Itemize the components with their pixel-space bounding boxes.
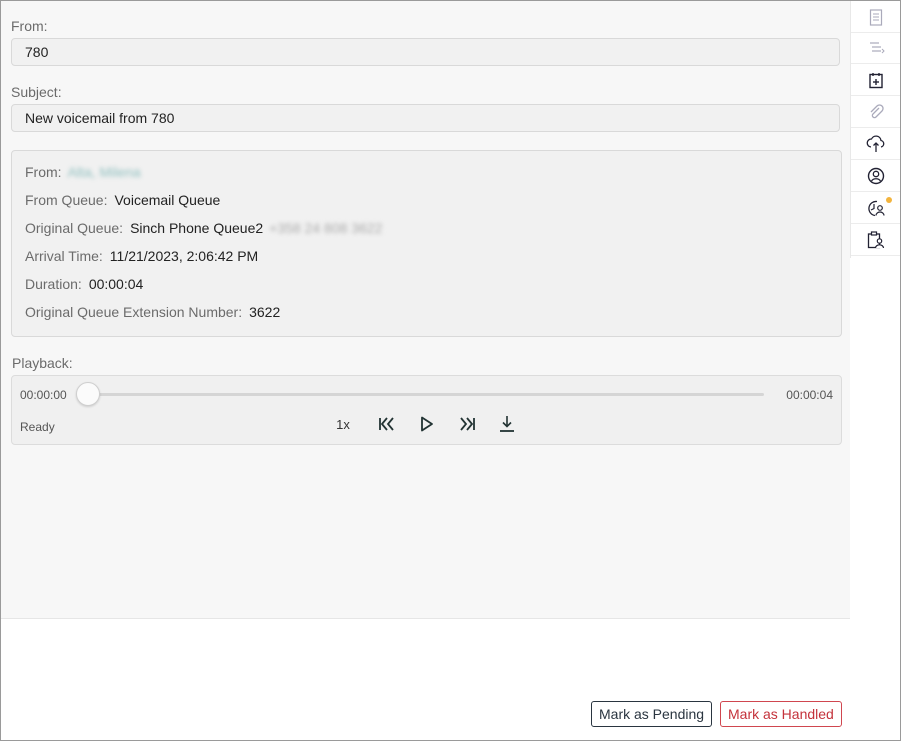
notification-dot xyxy=(886,197,892,203)
subject-label: Subject: xyxy=(11,84,62,100)
detail-duration-label: Duration: xyxy=(25,276,82,292)
skip-back-icon xyxy=(379,417,394,431)
notes-icon xyxy=(869,8,883,26)
upload-button[interactable] xyxy=(851,129,900,160)
detail-arrival-value: 11/21/2023, 2:06:42 PM xyxy=(109,248,259,264)
detail-duration: Duration: 00:00:04 xyxy=(25,274,143,294)
play-icon xyxy=(421,416,433,432)
detail-from: From: Alta, Milena xyxy=(25,162,141,182)
attachment-button[interactable] xyxy=(851,97,900,128)
forward-button[interactable] xyxy=(456,413,478,435)
subject-field[interactable]: New voicemail from 780 xyxy=(11,104,840,132)
total-time: 00:00:04 xyxy=(786,388,833,402)
transcript-icon xyxy=(870,42,885,54)
rewind-button[interactable] xyxy=(376,413,398,435)
cloud-upload-icon xyxy=(866,135,885,152)
detail-arrival-label: Arrival Time: xyxy=(25,248,103,264)
download-icon xyxy=(500,416,514,432)
seek-handle[interactable] xyxy=(76,382,100,406)
download-button[interactable] xyxy=(496,413,518,435)
attachment-icon xyxy=(870,104,884,119)
detail-extension: Original Queue Extension Number: 3622 xyxy=(25,302,280,322)
detail-from-queue-value: Voicemail Queue xyxy=(114,192,221,208)
voicemail-panel: From: 780 Subject: New voicemail from 78… xyxy=(1,1,850,619)
detail-original-queue-number: +358 24 808 3622 xyxy=(269,220,383,236)
case-contact-icon xyxy=(867,231,885,249)
voicemail-window: From: 780 Subject: New voicemail from 78… xyxy=(0,0,901,741)
from-field[interactable]: 780 xyxy=(11,38,840,66)
contact-history-icon xyxy=(868,200,885,217)
right-toolbar xyxy=(850,1,900,258)
contact-button[interactable] xyxy=(851,161,900,192)
player-status: Ready xyxy=(20,420,55,434)
detail-extension-value: 3622 xyxy=(249,304,281,320)
detail-extension-label: Original Queue Extension Number: xyxy=(25,304,243,320)
seek-track[interactable] xyxy=(88,393,764,396)
detail-from-queue-label: From Queue: xyxy=(25,192,108,208)
contact-history-button[interactable] xyxy=(851,193,900,224)
mark-handled-button[interactable]: Mark as Handled xyxy=(720,701,842,727)
mark-pending-button[interactable]: Mark as Pending xyxy=(591,701,712,727)
add-task-icon xyxy=(869,72,883,88)
audio-player: 00:00:00 00:00:04 Ready 1x xyxy=(11,375,842,445)
detail-original-queue-label: Original Queue: xyxy=(25,220,124,236)
detail-from-label: From: xyxy=(25,164,62,180)
detail-duration-value: 00:00:04 xyxy=(88,276,144,292)
detail-original-queue: Original Queue: Sinch Phone Queue2 +358 24… xyxy=(25,218,382,238)
current-time: 00:00:00 xyxy=(20,388,67,402)
detail-original-queue-value: Sinch Phone Queue2 xyxy=(130,220,264,236)
speed-button[interactable]: 1x xyxy=(334,413,352,435)
detail-from-value: Alta, Milena xyxy=(67,164,141,180)
skip-forward-icon xyxy=(460,417,475,431)
transcript-button[interactable] xyxy=(851,33,900,64)
contact-icon xyxy=(867,167,885,185)
from-label: From: xyxy=(11,18,48,34)
voicemail-details: From: Alta, Milena From Queue: Voicemail Q… xyxy=(11,150,842,337)
add-task-button[interactable] xyxy=(851,65,900,96)
notes-button[interactable] xyxy=(851,2,900,33)
case-contact-button[interactable] xyxy=(851,225,900,256)
detail-from-queue: From Queue: Voicemail Queue xyxy=(25,190,220,210)
playback-label: Playback: xyxy=(12,355,73,371)
play-button[interactable] xyxy=(416,413,438,435)
detail-arrival-time: Arrival Time: 11/21/2023, 2:06:42 PM xyxy=(25,246,258,266)
